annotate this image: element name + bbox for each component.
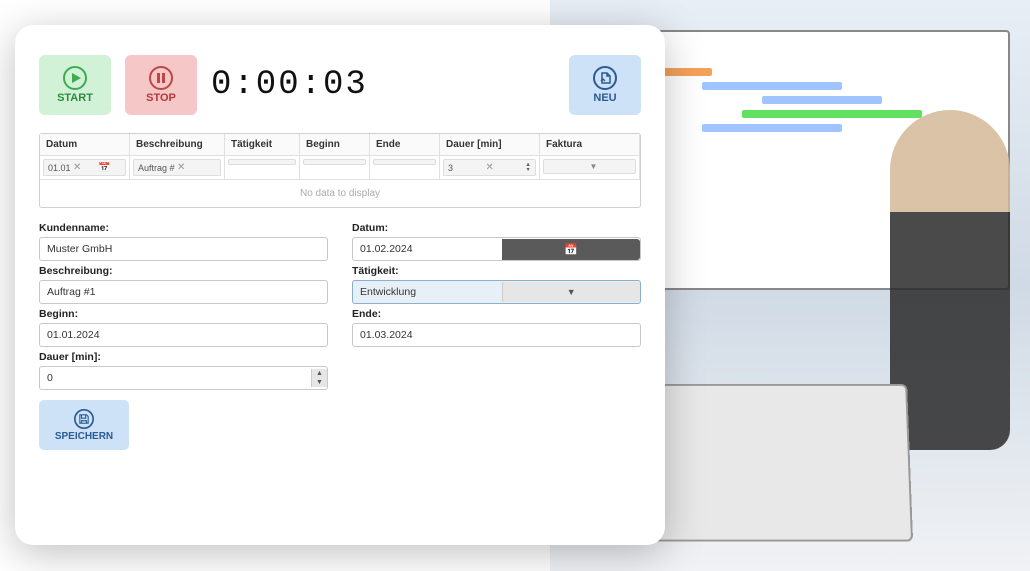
filter-ende[interactable] [373, 159, 436, 165]
calendar-icon[interactable]: 📅 [502, 239, 640, 260]
clear-icon[interactable]: ✕ [175, 162, 216, 173]
stop-button-label: STOP [146, 92, 176, 104]
filter-faktura[interactable]: ▼ [543, 159, 636, 174]
col-header-dauer[interactable]: Dauer [min] [440, 134, 540, 156]
stepper-icon[interactable]: ▲▼ [311, 369, 327, 387]
filter-beschreibung[interactable]: Auftrag #1✕ [133, 159, 221, 176]
beginn-input[interactable]: 01.01.2024 [39, 323, 328, 347]
time-tracking-panel: START STOP 0:00:03 NEU Datum Beschreibun… [15, 25, 665, 545]
photo-laptop [647, 384, 913, 542]
start-button[interactable]: START [39, 55, 111, 115]
neu-button-label: NEU [593, 92, 616, 104]
chevron-down-icon[interactable]: ▼ [502, 282, 641, 302]
taetigkeit-label: Tätigkeit: [352, 265, 641, 277]
datum-input[interactable]: 01.02.2024📅 [352, 237, 641, 261]
beginn-label: Beginn: [39, 308, 328, 320]
clear-icon[interactable]: ✕ [484, 162, 524, 173]
dauer-label: Dauer [min]: [39, 351, 328, 363]
play-icon [63, 66, 87, 90]
chevron-down-icon[interactable]: ▼ [590, 162, 632, 171]
entries-grid: Datum Beschreibung Tätigkeit Beginn Ende… [39, 133, 641, 208]
filter-datum[interactable]: 01.01.2024✕📅 [43, 159, 126, 176]
grid-empty-message: No data to display [40, 180, 640, 207]
save-icon [74, 409, 94, 429]
timer-display: 0:00:03 [211, 66, 368, 104]
calendar-icon[interactable]: 📅 [98, 162, 121, 173]
speichern-button-label: SPEICHERN [55, 431, 113, 442]
beschreibung-label: Beschreibung: [39, 265, 328, 277]
stepper-icon[interactable]: ▲▼ [525, 163, 531, 173]
clear-icon[interactable]: ✕ [71, 162, 98, 173]
ende-label: Ende: [352, 308, 641, 320]
datum-label: Datum: [352, 222, 641, 234]
col-header-faktura[interactable]: Faktura [540, 134, 640, 156]
col-header-beginn[interactable]: Beginn [300, 134, 370, 156]
ende-input[interactable]: 01.03.2024 [352, 323, 641, 347]
stop-button[interactable]: STOP [125, 55, 197, 115]
col-header-taetigkeit[interactable]: Tätigkeit [225, 134, 300, 156]
pause-icon [149, 66, 173, 90]
filter-dauer[interactable]: 3✕▲▼ [443, 159, 536, 176]
dauer-input[interactable]: 0▲▼ [39, 366, 328, 390]
col-header-datum[interactable]: Datum [40, 134, 130, 156]
taetigkeit-select[interactable]: Entwicklung▼ [352, 280, 641, 304]
neu-button[interactable]: NEU [569, 55, 641, 115]
start-button-label: START [57, 92, 93, 104]
col-header-beschreibung[interactable]: Beschreibung [130, 134, 225, 156]
photo-person [890, 110, 1010, 450]
filter-taetigkeit[interactable] [228, 159, 296, 165]
new-document-icon [593, 66, 617, 90]
filter-beginn[interactable] [303, 159, 366, 165]
speichern-button[interactable]: SPEICHERN [39, 400, 129, 450]
beschreibung-input[interactable]: Auftrag #1 [39, 280, 328, 304]
kundenname-label: Kundenname: [39, 222, 328, 234]
col-header-ende[interactable]: Ende [370, 134, 440, 156]
kundenname-input[interactable]: Muster GmbH [39, 237, 328, 261]
